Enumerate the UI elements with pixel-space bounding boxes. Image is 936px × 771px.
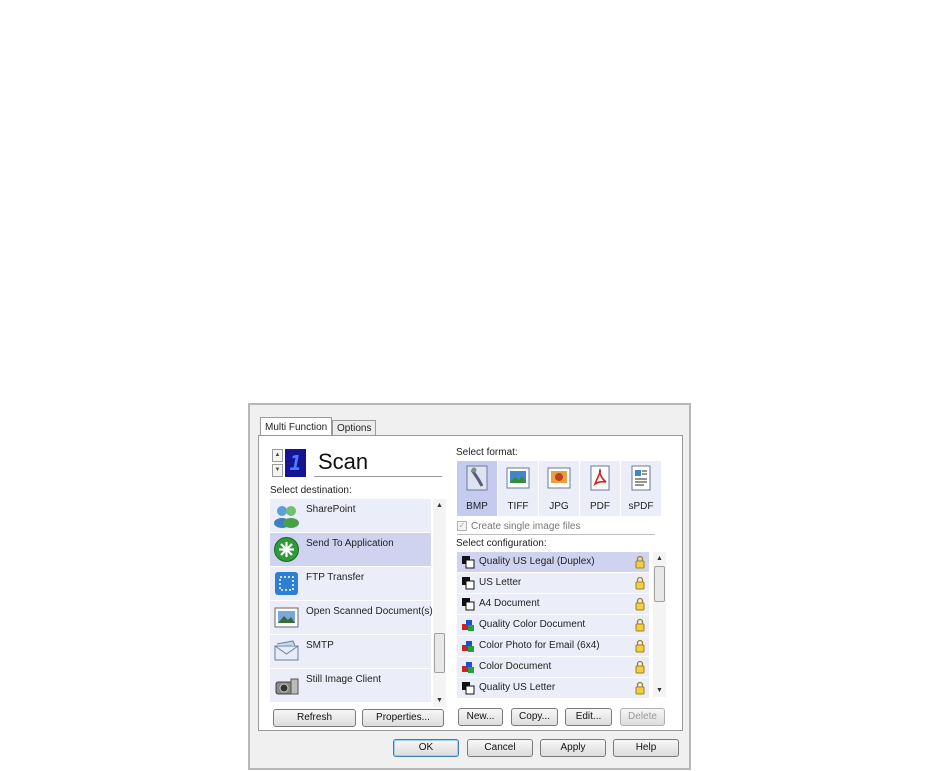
config-item-a4-document[interactable]: A4 Document [457, 594, 649, 614]
format-tiff[interactable]: TIFF [498, 461, 538, 516]
config-label: A4 Document [479, 598, 540, 609]
destination-scrollbar[interactable]: ▲ ▼ [433, 499, 446, 707]
smtp-envelope-icon [274, 640, 299, 661]
lock-icon [635, 639, 645, 653]
config-label: Color Photo for Email (6x4) [479, 640, 600, 651]
destination-item-still-image-client[interactable]: Still Image Client [270, 669, 431, 702]
config-item-quality-us-letter[interactable]: Quality US Letter [457, 678, 649, 698]
scroll-down-arrow-icon[interactable]: ▼ [433, 694, 446, 707]
config-label: US Letter [479, 577, 522, 588]
bmp-format-icon [466, 465, 488, 491]
send-to-application-icon [274, 537, 299, 562]
pdf-format-icon [590, 465, 610, 491]
spdf-format-icon [631, 465, 651, 491]
format-bmp[interactable]: BMP [457, 461, 497, 516]
format-label: JPG [549, 501, 569, 512]
spinner-down-button[interactable]: ▼ [272, 464, 283, 477]
destination-label: SMTP [306, 640, 334, 651]
format-label: BMP [466, 501, 488, 512]
ftp-transfer-icon [275, 572, 298, 595]
apply-button[interactable]: Apply [540, 739, 606, 757]
lock-icon [635, 555, 645, 569]
ok-button[interactable]: OK [393, 739, 459, 757]
destination-item-ftp-transfer[interactable]: FTP Transfer [270, 567, 431, 600]
lock-icon [635, 681, 645, 695]
help-button[interactable]: Help [613, 739, 679, 757]
format-spdf[interactable]: sPDF [621, 461, 661, 516]
button-number-display: 1 [285, 449, 306, 477]
destination-label: FTP Transfer [306, 572, 365, 583]
tab-multi-function[interactable]: Multi Function [260, 417, 333, 437]
scan-dialog: Multi Function Options ▲ ▼ 1 Scan Select… [248, 403, 691, 770]
select-configuration-label: Select configuration: [456, 538, 547, 549]
select-destination-label: Select destination: [270, 485, 352, 496]
refresh-button[interactable]: Refresh [273, 709, 356, 727]
lock-icon [635, 660, 645, 674]
config-item-color-photo-for-email[interactable]: Color Photo for Email (6x4) [457, 636, 649, 656]
format-label: PDF [590, 501, 610, 512]
destination-item-smtp[interactable]: SMTP [270, 635, 431, 668]
separator [457, 534, 655, 535]
destination-label: Send To Application [306, 538, 394, 549]
destination-item-open-scanned-documents[interactable]: Open Scanned Document(s) [270, 601, 433, 634]
config-label: Quality US Legal (Duplex) [479, 556, 595, 567]
scroll-down-arrow-icon[interactable]: ▼ [653, 684, 666, 697]
sharepoint-icon [274, 506, 299, 528]
color-config-icon [462, 620, 474, 631]
cancel-button[interactable]: Cancel [467, 739, 533, 757]
config-item-us-letter[interactable]: US Letter [457, 573, 649, 593]
select-format-label: Select format: [456, 447, 518, 458]
bw-config-icon [462, 556, 475, 569]
multi-function-panel: ▲ ▼ 1 Scan Select destination: SharePoin… [258, 435, 683, 731]
scroll-up-arrow-icon[interactable]: ▲ [653, 552, 666, 565]
scroll-thumb[interactable] [654, 566, 665, 602]
format-jpg[interactable]: JPG [539, 461, 579, 516]
bw-config-icon [462, 682, 475, 695]
open-document-icon [274, 607, 299, 628]
tiff-format-icon [506, 467, 530, 489]
format-label: TIFF [507, 501, 529, 512]
create-single-checkbox[interactable]: ✓ [457, 521, 467, 531]
color-config-icon [462, 662, 474, 673]
bw-config-icon [462, 577, 475, 590]
destination-label: Open Scanned Document(s) [306, 606, 433, 617]
config-item-color-document[interactable]: Color Document [457, 657, 649, 677]
color-config-icon [462, 641, 474, 652]
destination-item-send-to-application[interactable]: Send To Application [270, 533, 431, 566]
configuration-scrollbar[interactable]: ▲ ▼ [653, 552, 666, 697]
properties-button[interactable]: Properties... [362, 709, 444, 727]
button-number-spinner: ▲ ▼ [272, 449, 283, 477]
still-image-client-icon [275, 678, 299, 695]
lock-icon [635, 597, 645, 611]
spinner-up-button[interactable]: ▲ [272, 449, 283, 462]
delete-config-button[interactable]: Delete [620, 708, 665, 726]
configuration-list[interactable]: Quality US Legal (Duplex) US Letter A4 D… [457, 552, 666, 698]
bw-config-icon [462, 598, 475, 611]
config-label: Quality US Letter [479, 682, 556, 693]
destination-list[interactable]: SharePoint Send To Application FTP Trans… [270, 499, 446, 707]
jpg-format-icon [547, 467, 571, 489]
tab-options[interactable]: Options [332, 420, 377, 436]
format-pdf[interactable]: PDF [580, 461, 620, 516]
format-selector: BMP TIFF JPG PDF sPDF [457, 461, 661, 516]
button-title: Scan [314, 448, 442, 477]
scroll-thumb[interactable] [434, 633, 445, 673]
lock-icon [635, 576, 645, 590]
lock-icon [635, 618, 645, 632]
create-single-label: Create single image files [471, 521, 581, 532]
scroll-up-arrow-icon[interactable]: ▲ [433, 499, 446, 512]
config-item-quality-us-legal-duplex[interactable]: Quality US Legal (Duplex) [457, 552, 649, 572]
destination-item-sharepoint[interactable]: SharePoint [270, 499, 431, 532]
format-label: sPDF [628, 501, 654, 512]
new-config-button[interactable]: New... [458, 708, 503, 726]
copy-config-button[interactable]: Copy... [511, 708, 558, 726]
destination-label: SharePoint [306, 504, 356, 515]
config-label: Color Document [479, 661, 552, 672]
config-item-quality-color-document[interactable]: Quality Color Document [457, 615, 649, 635]
destination-label: Still Image Client [306, 674, 382, 685]
edit-config-button[interactable]: Edit... [565, 708, 612, 726]
config-label: Quality Color Document [479, 619, 586, 630]
